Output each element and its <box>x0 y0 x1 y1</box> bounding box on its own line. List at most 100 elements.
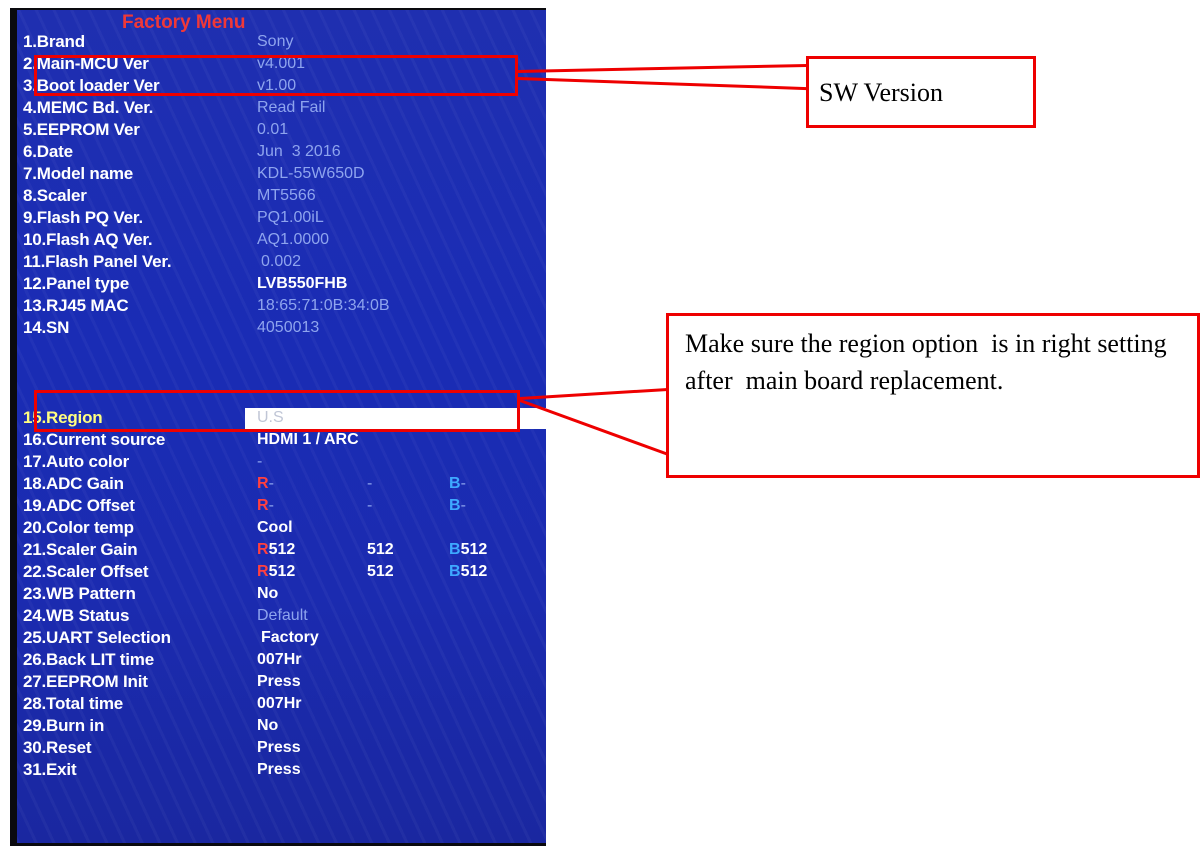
menu-row-wb-status[interactable]: 24.WB Status Default <box>17 606 546 627</box>
green-channel-value: - <box>367 475 373 492</box>
green-channel-value: - <box>367 497 373 514</box>
menu-row-flash-aq-ver[interactable]: 10.Flash AQ Ver. AQ1.0000 <box>17 230 546 251</box>
row-label: 5.EEPROM Ver <box>23 120 140 139</box>
row-value: 0.01 <box>257 121 289 138</box>
menu-row-burn-in[interactable]: 29.Burn in No <box>17 716 546 737</box>
menu-row-exit[interactable]: 31.Exit Press <box>17 760 546 781</box>
red-channel-value: 512 <box>268 541 296 558</box>
row-value: LVB550FHB <box>257 275 348 292</box>
menu-row-scaler[interactable]: 8.Scaler MT5566 <box>17 186 546 207</box>
red-channel-value: 512 <box>268 563 296 580</box>
menu-row-eeprom-init[interactable]: 27.EEPROM Init Press <box>17 672 546 693</box>
menu-row-auto-color[interactable]: 17.Auto color - <box>17 452 546 473</box>
row-label: 13.RJ45 MAC <box>23 296 129 315</box>
row-value: Press <box>257 739 301 756</box>
row-value: Press <box>257 761 301 778</box>
menu-row-panel-type[interactable]: 12.Panel type LVB550FHB <box>17 274 546 295</box>
row-label: 1.Brand <box>23 32 85 51</box>
blue-channel-tag: B <box>449 497 461 514</box>
row-label: 29.Burn in <box>23 716 105 735</box>
row-label: 19.ADC Offset <box>23 496 135 515</box>
row-value: No <box>257 717 279 734</box>
menu-row-rj45-mac[interactable]: 13.RJ45 MAC 18:65:71:0B:34:0B <box>17 296 546 317</box>
menu-row-scaler-gain[interactable]: 21.Scaler Gain R512 512 B512 <box>17 540 546 561</box>
menu-row-adc-gain[interactable]: 18.ADC Gain R- - B- <box>17 474 546 495</box>
row-value: AQ1.0000 <box>257 231 330 248</box>
callout-text: Make sure the region option is in right … <box>685 329 1180 395</box>
row-value: 18:65:71:0B:34:0B <box>257 297 390 314</box>
menu-row-eeprom-ver[interactable]: 5.EEPROM Ver 0.01 <box>17 120 546 141</box>
row-value: 007Hr <box>257 651 302 668</box>
red-channel-value: - <box>268 497 274 514</box>
row-label: 4.MEMC Bd. Ver. <box>23 98 154 117</box>
menu-row-flash-panel-ver[interactable]: 11.Flash Panel Ver. 0.002 <box>17 252 546 273</box>
row-value: Cool <box>257 519 293 536</box>
menu-row-flash-pq-ver[interactable]: 9.Flash PQ Ver. PQ1.00iL <box>17 208 546 229</box>
row-value: 4050013 <box>257 319 320 336</box>
row-label: 8.Scaler <box>23 186 87 205</box>
menu-row-adc-offset[interactable]: 19.ADC Offset R- - B- <box>17 496 546 517</box>
row-label: 6.Date <box>23 142 73 161</box>
callout-text: SW Version <box>819 78 943 107</box>
menu-row-memc-bd-ver[interactable]: 4.MEMC Bd. Ver. Read Fail <box>17 98 546 119</box>
row-label: 11.Flash Panel Ver. <box>23 252 172 271</box>
row-label: 23.WB Pattern <box>23 584 136 603</box>
menu-row-back-lit-time[interactable]: 26.Back LIT time 007Hr <box>17 650 546 671</box>
red-channel-tag: R <box>257 497 269 514</box>
row-value: 007Hr <box>257 695 302 712</box>
menu-row-uart-selection[interactable]: 25.UART Selection Factory <box>17 628 546 649</box>
row-value: Default <box>257 607 308 624</box>
menu-row-sn[interactable]: 14.SN 4050013 <box>17 318 546 339</box>
menu-row-brand[interactable]: 1.Brand Sony <box>17 32 546 53</box>
red-channel-value: - <box>268 475 274 492</box>
sw-version-connector-line <box>517 77 807 91</box>
green-channel-value: 512 <box>367 563 394 580</box>
blue-channel-value: - <box>460 475 466 492</box>
row-label: 28.Total time <box>23 694 124 713</box>
menu-row-reset[interactable]: 30.Reset Press <box>17 738 546 759</box>
region-note-callout: Make sure the region option is in right … <box>666 313 1200 478</box>
row-value: PQ1.00iL <box>257 209 324 226</box>
sw-version-callout: SW Version <box>806 56 1036 128</box>
row-label: 26.Back LIT time <box>23 650 154 669</box>
menu-row-wb-pattern[interactable]: 23.WB Pattern No <box>17 584 546 605</box>
row-label: 9.Flash PQ Ver. <box>23 208 143 227</box>
row-label: 12.Panel type <box>23 274 130 293</box>
menu-row-total-time[interactable]: 28.Total time 007Hr <box>17 694 546 715</box>
region-highlight-box <box>34 390 520 432</box>
row-label: 18.ADC Gain <box>23 474 124 493</box>
blue-channel-tag: B <box>449 563 461 580</box>
menu-row-current-source[interactable]: 16.Current source HDMI 1 / ARC <box>17 430 546 451</box>
blue-channel-tag: B <box>449 475 461 492</box>
row-value: 0.002 <box>261 253 302 270</box>
row-label: 31.Exit <box>23 760 77 779</box>
row-value: No <box>257 585 279 602</box>
menu-row-color-temp[interactable]: 20.Color temp Cool <box>17 518 546 539</box>
row-label: 16.Current source <box>23 430 166 449</box>
menu-row-date[interactable]: 6.Date Jun 3 2016 <box>17 142 546 163</box>
row-value: Read Fail <box>257 99 326 116</box>
row-value: Press <box>257 673 301 690</box>
blue-channel-tag: B <box>449 541 461 558</box>
row-value: Jun 3 2016 <box>257 143 341 160</box>
menu-title: Factory Menu <box>122 12 246 33</box>
row-label: 20.Color temp <box>23 518 134 537</box>
row-label: 17.Auto color <box>23 452 130 471</box>
menu-row-scaler-offset[interactable]: 22.Scaler Offset R512 512 B512 <box>17 562 546 583</box>
row-value: HDMI 1 / ARC <box>257 431 359 448</box>
sw-version-connector-line <box>517 63 807 73</box>
row-label: 14.SN <box>23 318 70 337</box>
row-value: Factory <box>261 629 319 646</box>
red-channel-tag: R <box>257 541 269 558</box>
menu-row-model-name[interactable]: 7.Model name KDL-55W650D <box>17 164 546 185</box>
blue-channel-value: 512 <box>460 563 488 580</box>
row-label: 30.Reset <box>23 738 92 757</box>
blue-channel-value: 512 <box>460 541 488 558</box>
row-value: - <box>257 453 263 470</box>
row-label: 10.Flash AQ Ver. <box>23 230 153 249</box>
row-label: 24.WB Status <box>23 606 130 625</box>
sw-version-highlight-box <box>34 55 518 96</box>
row-value: Sony <box>257 33 294 50</box>
row-label: 21.Scaler Gain <box>23 540 138 559</box>
blue-channel-value: - <box>460 497 466 514</box>
